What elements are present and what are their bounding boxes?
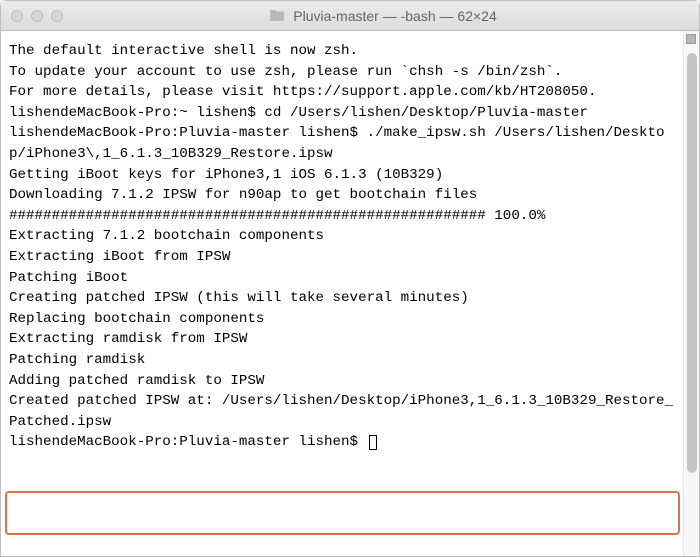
terminal-line: Creating patched IPSW (this will take se… [9, 288, 675, 309]
terminal-line: Adding patched ramdisk to IPSW [9, 371, 675, 392]
terminal-line: To update your account to use zsh, pleas… [9, 62, 675, 83]
terminal-line: Extracting ramdisk from IPSW [9, 329, 675, 350]
terminal-line: Downloading 7.1.2 IPSW for n90ap to get … [9, 185, 675, 206]
terminal-line: lishendeMacBook-Pro:~ lishen$ cd /Users/… [9, 103, 675, 124]
terminal-line: Extracting 7.1.2 bootchain components [9, 226, 675, 247]
terminal-line: The default interactive shell is now zsh… [9, 41, 675, 62]
terminal-line: Extracting iBoot from IPSW [9, 247, 675, 268]
terminal-line: Created patched IPSW at: /Users/lishen/D… [9, 391, 675, 432]
zoom-icon[interactable] [51, 10, 63, 22]
terminal-line: lishendeMacBook-Pro:Pluvia-master lishen… [9, 123, 675, 164]
titlebar[interactable]: Pluvia-master — -bash — 62×24 [1, 1, 699, 31]
window-title: Pluvia-master — -bash — 62×24 [293, 8, 496, 24]
vertical-scrollbar[interactable] [683, 31, 699, 556]
terminal-window: Pluvia-master — -bash — 62×24 The defaul… [0, 0, 700, 557]
terminal-output[interactable]: The default interactive shell is now zsh… [1, 31, 683, 556]
cursor-icon [369, 435, 377, 450]
content-area: The default interactive shell is now zsh… [1, 31, 699, 556]
terminal-line: ########################################… [9, 206, 675, 227]
terminal-line: Replacing bootchain components [9, 309, 675, 330]
window-title-area: Pluvia-master — -bash — 62×24 [77, 8, 689, 24]
terminal-line: Patching ramdisk [9, 350, 675, 371]
scroll-thumb[interactable] [687, 53, 697, 473]
folder-icon [269, 9, 285, 22]
terminal-line: For more details, please visit https://s… [9, 82, 675, 103]
scroll-option-icon[interactable] [686, 34, 696, 44]
terminal-line: Patching iBoot [9, 268, 675, 289]
terminal-line: Getting iBoot keys for iPhone3,1 iOS 6.1… [9, 165, 675, 186]
close-icon[interactable] [11, 10, 23, 22]
traffic-lights [11, 10, 63, 22]
terminal-prompt[interactable]: lishendeMacBook-Pro:Pluvia-master lishen… [9, 434, 367, 450]
minimize-icon[interactable] [31, 10, 43, 22]
